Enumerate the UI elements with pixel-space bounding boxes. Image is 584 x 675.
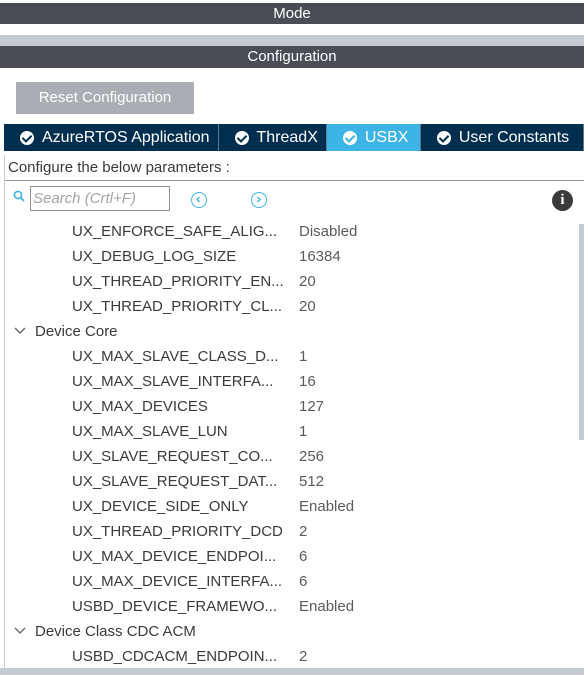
group-device-class-cdc-acm[interactable]: Device Class CDC ACM — [5, 619, 580, 644]
parameter-row[interactable]: UX_ENFORCE_SAFE_ALIG... Disabled — [5, 219, 580, 244]
parameter-value: Enabled — [299, 598, 355, 615]
parameter-row[interactable]: UX_THREAD_PRIORITY_DCD 2 — [5, 519, 580, 544]
tab-label: USBX — [364, 128, 409, 146]
parameter-value: 256 — [299, 448, 325, 465]
parameter-value: 1 — [299, 348, 308, 365]
parameter-name: UX_THREAD_PRIORITY_CL... — [72, 298, 283, 315]
parameter-row[interactable]: USBD_DEVICE_FRAMEWO... Enabled — [5, 594, 580, 619]
next-icon[interactable] — [251, 192, 267, 208]
parameter-row[interactable]: UX_SLAVE_REQUEST_DAT... 512 — [5, 469, 580, 494]
parameter-row[interactable]: UX_DEBUG_LOG_SIZE 16384 — [5, 244, 580, 269]
parameter-name: UX_MAX_SLAVE_CLASS_D... — [72, 348, 279, 365]
search-icon[interactable] — [13, 190, 25, 202]
scrollbar-thumb[interactable] — [579, 224, 584, 440]
parameter-name: UX_MAX_SLAVE_LUN — [72, 423, 228, 440]
tab-label: AzureRTOS Application — [42, 128, 210, 146]
parameter-row[interactable]: UX_MAX_DEVICE_INTERFA... 6 — [5, 569, 580, 594]
parameter-row[interactable]: UX_MAX_DEVICES 127 — [5, 394, 580, 419]
parameter-value: 512 — [299, 473, 325, 490]
group-label: Device Class CDC ACM — [35, 623, 196, 640]
parameter-row[interactable]: USBD_CDCACM_ENDPOIN... 2 — [5, 644, 580, 669]
parameter-value: 20 — [299, 298, 316, 315]
divider — [0, 35, 584, 46]
search-bar: i — [5, 181, 584, 213]
check-circle-icon — [234, 130, 249, 145]
configuration-header: Configuration — [0, 46, 584, 68]
parameter-row[interactable]: UX_THREAD_PRIORITY_CL... 20 — [5, 294, 580, 319]
tab-label: User Constants — [458, 128, 570, 146]
parameter-value: 2 — [299, 523, 308, 540]
parameter-row[interactable]: UX_DEVICE_SIDE_ONLY Enabled — [5, 494, 580, 519]
tab-bar: AzureRTOS Application ThreadX USBX User … — [4, 124, 584, 151]
reset-configuration-button[interactable]: Reset Configuration — [16, 82, 194, 114]
parameter-name: USBD_CDCACM_ENDPOIN... — [72, 648, 278, 665]
group-device-core[interactable]: Device Core — [5, 319, 580, 344]
parameter-name: UX_MAX_DEVICE_ENDPOI... — [72, 548, 277, 565]
check-circle-icon — [436, 130, 451, 145]
tab-label: ThreadX — [256, 128, 318, 146]
parameter-name: UX_MAX_DEVICES — [72, 398, 208, 415]
chevron-down-icon[interactable] — [14, 327, 26, 335]
parameter-value: 16384 — [299, 248, 341, 265]
tab-user-constants[interactable]: User Constants — [421, 124, 584, 151]
info-icon[interactable]: i — [552, 190, 573, 211]
parameter-name: UX_SLAVE_REQUEST_CO... — [72, 448, 273, 465]
divider — [0, 24, 584, 35]
parameter-value: 2 — [299, 648, 308, 665]
panel-title: Configure the below parameters : — [5, 155, 584, 181]
parameter-row[interactable]: UX_MAX_SLAVE_INTERFA... 16 — [5, 369, 580, 394]
check-circle-icon — [20, 130, 34, 145]
check-circle-icon — [342, 130, 357, 145]
group-label: Device Core — [35, 323, 118, 340]
tab-threadx[interactable]: ThreadX — [219, 124, 327, 151]
parameter-name: UX_DEVICE_SIDE_ONLY — [72, 498, 249, 515]
parameter-name: UX_ENFORCE_SAFE_ALIG... — [72, 223, 278, 240]
parameter-name: UX_MAX_DEVICE_INTERFA... — [72, 573, 283, 590]
parameter-value: 6 — [299, 548, 308, 565]
parameter-tree: UX_ENFORCE_SAFE_ALIG... Disabled UX_DEBUG… — [5, 219, 580, 671]
parameter-value: 1 — [299, 423, 308, 440]
search-input[interactable] — [30, 186, 170, 211]
parameter-name: UX_THREAD_PRIORITY_DCD — [72, 523, 283, 540]
parameter-value: 6 — [299, 573, 308, 590]
parameter-row[interactable]: UX_MAX_SLAVE_CLASS_D... 1 — [5, 344, 580, 369]
tab-usbx[interactable]: USBX — [326, 124, 421, 151]
parameter-name: UX_MAX_SLAVE_INTERFA... — [72, 373, 274, 390]
parameter-row[interactable]: UX_SLAVE_REQUEST_CO... 256 — [5, 444, 580, 469]
divider — [0, 668, 584, 675]
chevron-down-icon[interactable] — [14, 627, 26, 635]
parameters-panel: Configure the below parameters : i UX_EN… — [4, 155, 584, 671]
parameter-value: 16 — [299, 373, 316, 390]
parameter-name: UX_SLAVE_REQUEST_DAT... — [72, 473, 278, 490]
parameter-name: USBD_DEVICE_FRAMEWO... — [72, 598, 278, 615]
parameter-name: UX_THREAD_PRIORITY_EN... — [72, 273, 284, 290]
tab-azurertos-application[interactable]: AzureRTOS Application — [4, 124, 219, 151]
parameter-name: UX_DEBUG_LOG_SIZE — [72, 248, 237, 265]
parameter-value: 20 — [299, 273, 316, 290]
parameter-value: Enabled — [299, 498, 355, 515]
previous-icon[interactable] — [191, 192, 207, 208]
parameter-row[interactable]: UX_MAX_SLAVE_LUN 1 — [5, 419, 580, 444]
parameter-row[interactable]: UX_THREAD_PRIORITY_EN... 20 — [5, 269, 580, 294]
mode-header[interactable]: Mode — [0, 3, 584, 24]
parameter-row[interactable]: UX_MAX_DEVICE_ENDPOI... 6 — [5, 544, 580, 569]
parameter-value: Disabled — [299, 223, 358, 240]
parameter-value: 127 — [299, 398, 325, 415]
